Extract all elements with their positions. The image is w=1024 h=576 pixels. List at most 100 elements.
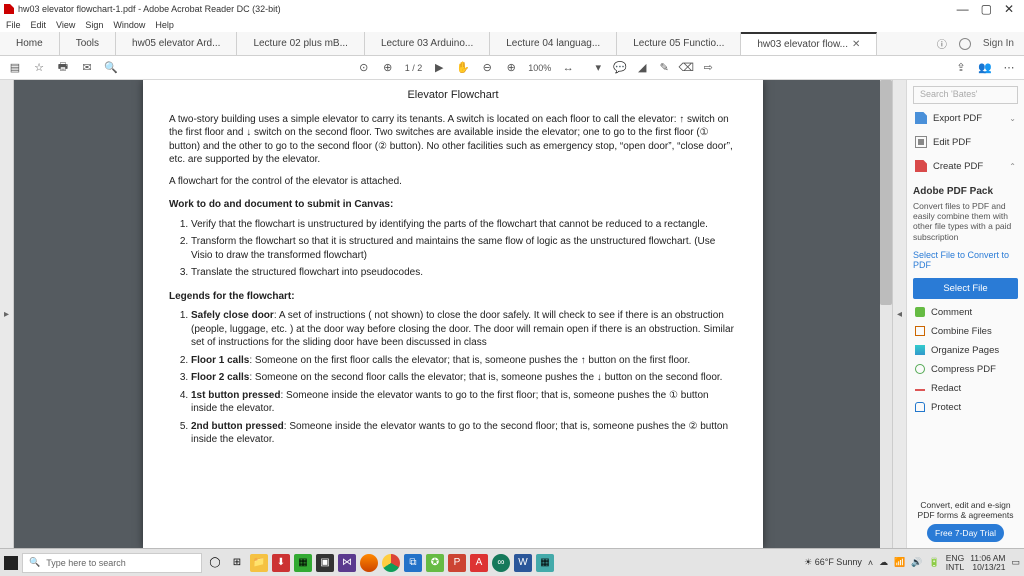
side-search-input[interactable]: Search 'Bates' — [913, 86, 1018, 104]
scrollbar-thumb[interactable] — [880, 80, 892, 305]
legend-def: : Someone on the second floor calls the … — [249, 372, 722, 383]
tab-label: hw05 elevator Ard... — [132, 38, 220, 49]
explorer-icon[interactable]: 📁 — [250, 554, 268, 572]
comment-tool-icon[interactable]: 💬 — [613, 61, 627, 75]
task-view-icon[interactable]: ◯ — [206, 554, 224, 572]
tray-onedrive-icon[interactable]: ☁ — [879, 557, 888, 568]
word-icon[interactable]: W — [514, 554, 532, 572]
pointer-icon[interactable]: ▶ — [432, 61, 446, 75]
acrobat-icon[interactable]: A — [470, 554, 488, 572]
print-icon[interactable]: 🖶 — [56, 61, 70, 75]
taskbar-search-input[interactable]: 🔍Type here to search — [22, 553, 202, 573]
tab-tools[interactable]: Tools — [60, 32, 116, 55]
powerpoint-icon[interactable]: P — [448, 554, 466, 572]
panel-share-icon[interactable]: 👥 — [978, 61, 992, 75]
tray-volume-icon[interactable]: 🔊 — [911, 557, 922, 568]
doc-paragraph: A two-story building uses a simple eleva… — [169, 113, 737, 167]
minimize-button[interactable]: — — [957, 2, 969, 16]
tab-doc-2[interactable]: Lecture 03 Arduino... — [365, 32, 490, 55]
side-tool-comment[interactable]: Comment — [913, 303, 1018, 322]
edge-icon[interactable]: ▦ — [294, 554, 312, 572]
firefox-icon[interactable] — [360, 554, 378, 572]
side-tool-organize[interactable]: Organize Pages — [913, 341, 1018, 360]
highlight-tool-icon[interactable]: ◢ — [635, 61, 649, 75]
store-icon[interactable]: ⬇ — [272, 554, 290, 572]
app-icon-5[interactable]: ▦ — [536, 554, 554, 572]
tools-side-panel: Search 'Bates' Export PDF⌄ Edit PDF Crea… — [906, 80, 1024, 548]
tray-language[interactable]: ENG INTL — [946, 554, 964, 571]
legend-def: : Someone on the first floor calls the e… — [249, 355, 690, 366]
star-icon[interactable]: ☆ — [32, 61, 46, 75]
clock-date: 10/13/21 — [972, 562, 1005, 572]
start-button[interactable] — [4, 556, 18, 570]
compress-icon — [915, 364, 925, 374]
share-icon[interactable]: ⇪ — [954, 61, 968, 75]
app-icon-3[interactable]: ✪ — [426, 554, 444, 572]
side-tool-compress[interactable]: Compress PDF — [913, 360, 1018, 379]
app-icon-4[interactable]: ∞ — [492, 554, 510, 572]
close-tab-icon[interactable]: ✕ — [852, 39, 860, 50]
side-tool-redact[interactable]: Redact — [913, 379, 1018, 398]
menu-file[interactable]: File — [6, 20, 21, 30]
page-up-icon[interactable]: ⊙ — [357, 61, 371, 75]
help-icon[interactable]: ⓘ — [937, 36, 947, 51]
app-icon-1[interactable]: ▣ — [316, 554, 334, 572]
stamp-tool-icon[interactable]: ⌫ — [679, 61, 693, 75]
list-item: Verify that the flowchart is unstructure… — [191, 218, 737, 232]
hand-icon[interactable]: ✋ — [456, 61, 470, 75]
right-pane-toggle[interactable]: ◂ — [892, 80, 906, 548]
document-viewport[interactable]: Elevator Flowchart A two-story building … — [14, 80, 892, 548]
page-indicator[interactable]: 1 / 2 — [405, 63, 423, 73]
signin-link[interactable]: Sign In — [983, 38, 1014, 49]
side-tool-combine[interactable]: Combine Files — [913, 322, 1018, 341]
side-export-pdf[interactable]: Export PDF⌄ — [913, 108, 1018, 128]
doc-title: Elevator Flowchart — [169, 88, 737, 103]
document-tabs: Home Tools hw05 elevator Ard... Lecture … — [0, 32, 1024, 56]
select-file-button[interactable]: Select File — [913, 278, 1018, 299]
zoom-level[interactable]: 100% — [528, 63, 551, 73]
fit-width-icon[interactable]: ↔ — [561, 61, 575, 75]
notification-icon[interactable] — [959, 38, 971, 50]
free-trial-button[interactable]: Free 7-Day Trial — [927, 524, 1004, 542]
maximize-button[interactable]: ▢ — [981, 2, 992, 16]
side-select-link[interactable]: Select File to Convert to PDF — [913, 250, 1018, 270]
tray-notifications-icon[interactable]: ▭ — [1011, 557, 1020, 568]
tray-battery-icon[interactable]: 🔋 — [929, 557, 940, 568]
doc-heading: Work to do and document to submit in Can… — [169, 198, 737, 212]
tray-wifi-icon[interactable]: 📶 — [894, 557, 905, 568]
vertical-scrollbar[interactable] — [880, 80, 892, 548]
tab-home[interactable]: Home — [0, 32, 60, 55]
menu-sign[interactable]: Sign — [85, 20, 103, 30]
app-icon-2[interactable]: ⧉ — [404, 554, 422, 572]
select-tool-icon[interactable]: ▾ — [591, 61, 605, 75]
sidebar-toggle-icon[interactable]: ▤ — [8, 61, 22, 75]
side-tool-protect[interactable]: Protect — [913, 398, 1018, 417]
left-pane-toggle[interactable]: ▸ — [0, 80, 14, 548]
page-down-icon[interactable]: ⊕ — [381, 61, 395, 75]
sign-tool-icon[interactable]: ✎ — [657, 61, 671, 75]
side-edit-pdf[interactable]: Edit PDF — [913, 132, 1018, 152]
more-tool-icon[interactable]: ⇨ — [701, 61, 715, 75]
zoom-out-icon[interactable]: ⊖ — [480, 61, 494, 75]
menu-help[interactable]: Help — [155, 20, 174, 30]
tab-doc-1[interactable]: Lecture 02 plus mB... — [237, 32, 365, 55]
weather-widget[interactable]: ☀ 66°F Sunny — [804, 557, 862, 568]
menu-view[interactable]: View — [56, 20, 75, 30]
tray-chevron-icon[interactable]: ˄ — [868, 558, 873, 568]
close-window-button[interactable]: ✕ — [1004, 2, 1014, 16]
tab-doc-5[interactable]: hw03 elevator flow...✕ — [741, 32, 877, 55]
panel-more-icon[interactable]: ⋯ — [1002, 61, 1016, 75]
tray-clock[interactable]: 11:06 AM10/13/21 — [970, 554, 1005, 571]
tab-doc-4[interactable]: Lecture 05 Functio... — [617, 32, 741, 55]
menu-edit[interactable]: Edit — [31, 20, 47, 30]
zoom-in-icon[interactable]: ⊕ — [504, 61, 518, 75]
vscode-icon[interactable]: ⋈ — [338, 554, 356, 572]
cortana-icon[interactable]: ⊞ — [228, 554, 246, 572]
side-create-pdf[interactable]: Create PDF⌃ — [913, 156, 1018, 176]
search-icon[interactable]: 🔍 — [104, 61, 118, 75]
menu-window[interactable]: Window — [113, 20, 145, 30]
tab-doc-0[interactable]: hw05 elevator Ard... — [116, 32, 237, 55]
tab-doc-3[interactable]: Lecture 04 languag... — [490, 32, 617, 55]
chrome-icon[interactable] — [382, 554, 400, 572]
mail-icon[interactable]: ✉ — [80, 61, 94, 75]
